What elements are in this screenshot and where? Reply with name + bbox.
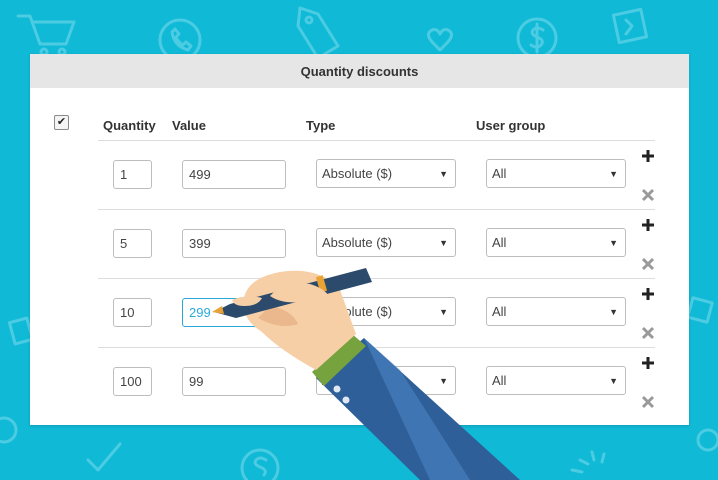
checkmark-icon: ✔ (56, 116, 67, 128)
type-select-value: Absolute ($) (322, 304, 393, 319)
user-group-select-value: All (492, 304, 507, 319)
user-group-select-value: All (492, 373, 507, 388)
type-select-value: Absolute ($) (322, 235, 393, 250)
user-group-select[interactable]: All ▼ (486, 228, 626, 257)
chevron-down-icon: ▼ (609, 307, 618, 317)
value-input[interactable]: 499 (182, 160, 286, 189)
plus-icon[interactable] (641, 218, 655, 232)
cart-icon (16, 14, 76, 57)
type-select-value: Absolute ($) (322, 166, 393, 181)
type-select[interactable]: Absolute ($) ▼ (316, 297, 456, 326)
column-header-type: Type (306, 118, 336, 133)
dollar-bottom-icon (240, 448, 280, 480)
panel-title: Quantity discounts (30, 54, 689, 88)
chevron-down-icon: ▼ (609, 169, 618, 179)
dollar-icon (516, 17, 558, 59)
close-icon[interactable] (641, 257, 655, 271)
close-icon[interactable] (641, 395, 655, 409)
column-header-quantity: Quantity (103, 118, 156, 133)
value-input[interactable]: 99 (182, 367, 286, 396)
user-group-select-value: All (492, 235, 507, 250)
chevron-down-icon: ▼ (439, 238, 448, 248)
plus-icon[interactable] (641, 356, 655, 370)
chevron-down-icon: ▼ (439, 307, 448, 317)
type-select[interactable]: Absolute ($) ▼ (316, 159, 456, 188)
check-icon (86, 442, 122, 472)
user-group-select[interactable]: All ▼ (486, 297, 626, 326)
quantity-input[interactable]: 5 (113, 229, 152, 258)
type-select-value: Absolute ($) (322, 373, 393, 388)
select-all-checkbox[interactable]: ✔ (54, 115, 69, 130)
bubble-icon (696, 428, 718, 452)
quantity-input[interactable]: 100 (113, 367, 152, 396)
tag-icon (296, 6, 340, 60)
quantity-input[interactable]: 10 (113, 298, 152, 327)
plus-icon[interactable] (641, 149, 655, 163)
user-group-select-value: All (492, 166, 507, 181)
coin-icon (0, 416, 18, 444)
plus-icon[interactable] (641, 287, 655, 301)
quantity-discounts-panel: Quantity discounts ✔ Quantity Value Type… (30, 54, 689, 425)
value-input-active[interactable]: 299 (182, 298, 286, 327)
value-input[interactable]: 399 (182, 229, 286, 258)
chevron-down-icon: ▼ (439, 169, 448, 179)
quantity-input[interactable]: 1 (113, 160, 152, 189)
close-icon[interactable] (641, 326, 655, 340)
chevron-down-icon: ▼ (609, 376, 618, 386)
column-header-value: Value (172, 118, 206, 133)
chevron-down-icon: ▼ (439, 376, 448, 386)
chevron-down-icon: ▼ (609, 238, 618, 248)
row-divider (98, 347, 655, 348)
close-icon[interactable] (641, 188, 655, 202)
box-icon (686, 296, 714, 324)
type-select[interactable]: Absolute ($) ▼ (316, 366, 456, 395)
column-header-user-group: User group (476, 118, 546, 133)
sparkle-icon (570, 450, 606, 474)
user-group-select[interactable]: All ▼ (486, 159, 626, 188)
type-select[interactable]: Absolute ($) ▼ (316, 228, 456, 257)
frame-icon (611, 7, 649, 45)
user-group-select[interactable]: All ▼ (486, 366, 626, 395)
heart-icon (427, 28, 453, 52)
row-divider (98, 209, 655, 210)
row-divider (98, 278, 655, 279)
header-divider (98, 140, 655, 141)
